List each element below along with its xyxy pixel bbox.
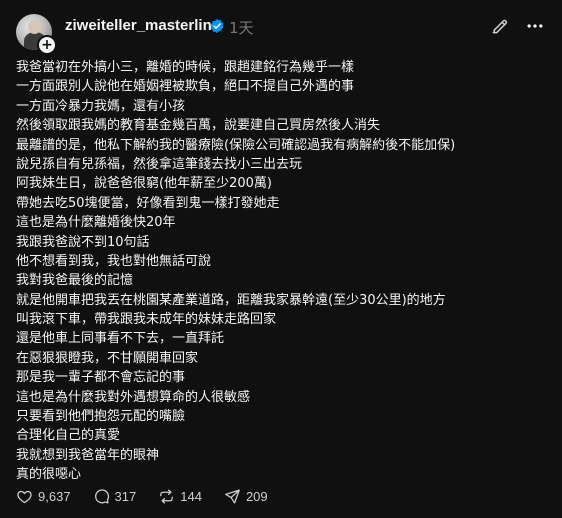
post-line: 我爸當初在外搞小三，離婚的時候，跟趙建銘行為幾乎一樣 (16, 60, 355, 75)
post-line: 阿我妹生日，說爸爸很窮(他年薪至少200萬) (16, 176, 272, 192)
repost-icon (160, 488, 174, 504)
thread-post: + ziweiteller_masterlin 1天 我爸當初在外搞小三，離婚的… (0, 0, 562, 518)
share-count: 209 (245, 488, 268, 504)
post-header: + ziweiteller_masterlin 1天 (16, 14, 546, 55)
share-button[interactable]: 209 (216, 482, 276, 510)
post-line: 帶她去吃50塊便當，好像看到鬼一樣打發她走 (16, 195, 280, 211)
repost-count: 144 (180, 488, 202, 504)
post-line: 一方面冷暴力我媽，還有小孩 (16, 98, 186, 114)
post-line: 合理化自己的真愛 (16, 428, 121, 444)
post-line: 叫我滾下車，帶我跟我未成年的妹妹走路回家 (16, 312, 277, 328)
post-line: 他不想看到我，我也對他無話可說 (16, 253, 212, 269)
verified-badge-icon (210, 19, 224, 33)
repost-button[interactable]: 144 (150, 482, 210, 510)
heart-icon (17, 490, 32, 503)
post-line: 我跟我爸說不到10句話 (16, 234, 150, 250)
post-actions: 9,637 317 144 209 (8, 482, 282, 510)
send-icon (225, 488, 240, 504)
post-line: 就是他開車把我丟在桃園某產業道路，距離我家暴幹遠(至少30公里)的地方 (16, 292, 446, 308)
post-line: 然後領取跟我媽的教育基金幾百萬，說要建自己買房然後人消失 (16, 118, 381, 134)
reply-button[interactable]: 317 (85, 482, 145, 510)
post-body: 我爸當初在外搞小三，離婚的時候，跟趙建銘行為幾乎一樣 一方面跟別人說他在婚姻裡被… (16, 58, 536, 485)
post-timestamp: 1天 (229, 19, 254, 37)
post-line: 這也是為什麼離婚後快20年 (16, 215, 176, 231)
follow-plus-icon[interactable]: + (37, 35, 57, 55)
post-line: 說兒孫自有兒孫福，然後拿這筆錢去找小三出去玩 (16, 156, 303, 172)
post-line: 一方面跟別人說他在婚姻裡被欺負，絕口不提自己外遇的事 (16, 79, 355, 95)
avatar-container[interactable]: + (16, 14, 57, 55)
post-line: 最離譜的是，他私下解約我的醫療險(保險公司確認過我有病解約後不能加保) (16, 137, 456, 153)
post-line: 那是我一輩子都不會忘記的事 (16, 370, 186, 386)
post-line: 還是他車上同事看不下去，一直拜託 (16, 331, 225, 347)
pencil-icon[interactable] (490, 16, 510, 36)
post-line: 我就想到我爸當年的眼神 (16, 447, 160, 463)
post-line: 在惡狠狠瞪我，不甘願開車回家 (16, 350, 199, 366)
post-line: 只要看到他們抱怨元配的嘴臉 (16, 409, 186, 425)
like-button[interactable]: 9,637 (8, 482, 79, 510)
speech-bubble-icon (94, 488, 109, 504)
reply-count: 317 (114, 488, 137, 504)
username[interactable]: ziweiteller_masterlin (65, 17, 212, 34)
like-count: 9,637 (38, 488, 71, 504)
more-horizontal-icon[interactable] (524, 16, 546, 36)
post-line: 這也是為什麼我對外遇想算命的人很敏感 (16, 389, 251, 405)
post-line: 我對我爸最後的記憶 (16, 273, 134, 289)
